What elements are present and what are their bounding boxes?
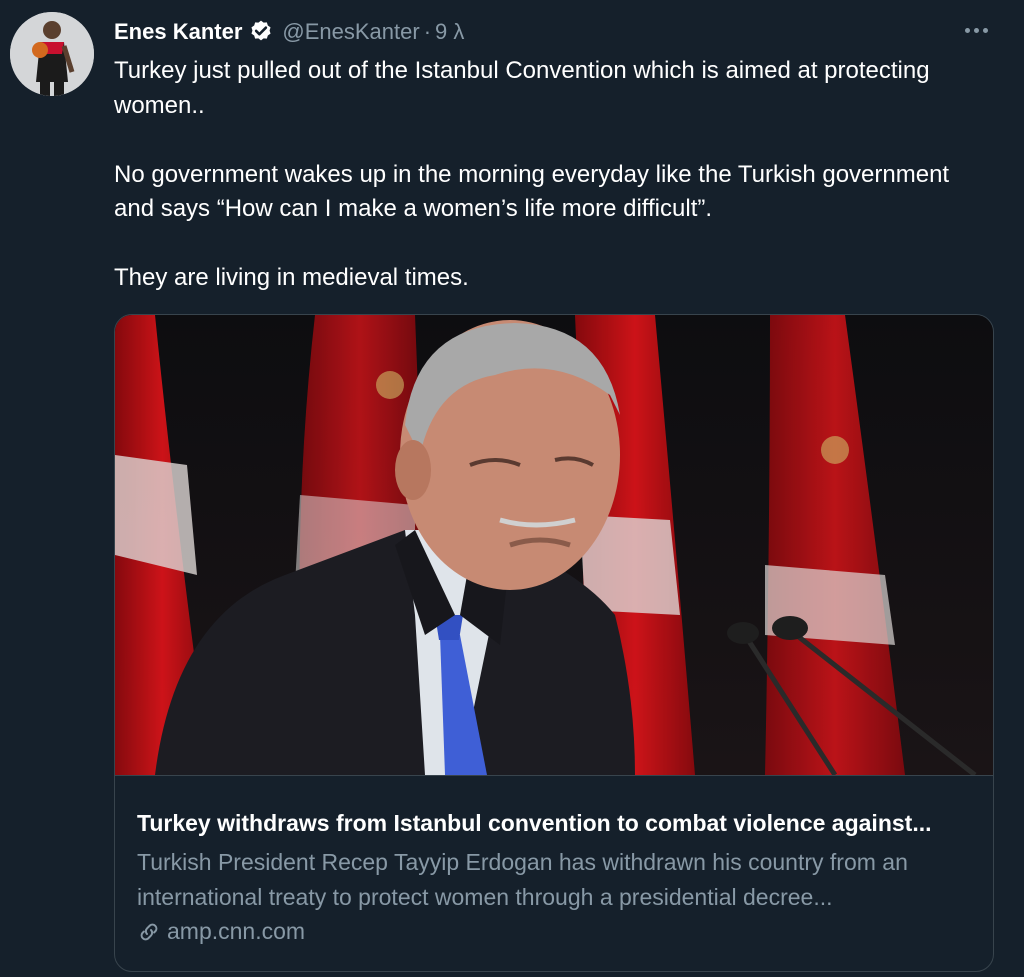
- display-name[interactable]: Enes Kanter: [114, 19, 242, 45]
- link-icon: [137, 920, 161, 944]
- tweet: Enes Kanter @EnesKanter · 9 λ Turkey jus…: [0, 0, 1024, 977]
- more-options-icon[interactable]: [958, 16, 994, 44]
- card-image[interactable]: [115, 315, 993, 777]
- tweet-header: Enes Kanter @EnesKanter · 9 λ: [114, 16, 464, 48]
- timestamp[interactable]: 9 λ: [435, 19, 464, 45]
- verified-badge-icon: [248, 19, 274, 45]
- card-domain[interactable]: amp.cnn.com: [167, 918, 305, 945]
- separator-dot: ·: [423, 19, 432, 44]
- tweet-paragraph: Turkey just pulled out of the Istanbul C…: [114, 57, 930, 119]
- tweet-text: Turkey just pulled out of the Istanbul C…: [114, 54, 994, 296]
- user-handle[interactable]: @EnesKanter: [282, 19, 419, 45]
- card-title[interactable]: Turkey withdraws from Istanbul conventio…: [137, 810, 977, 837]
- card-description: Turkish President Recep Tayyip Erdogan h…: [137, 849, 908, 910]
- link-preview-card[interactable]: Turkey withdraws from Istanbul conventio…: [114, 314, 994, 972]
- card-domain-row[interactable]: amp.cnn.com: [137, 918, 305, 945]
- avatar[interactable]: [10, 12, 94, 96]
- tweet-paragraph: No government wakes up in the morning ev…: [114, 160, 950, 223]
- card-divider: [115, 775, 993, 776]
- tweet-paragraph: They are living in medieval times.: [114, 264, 469, 291]
